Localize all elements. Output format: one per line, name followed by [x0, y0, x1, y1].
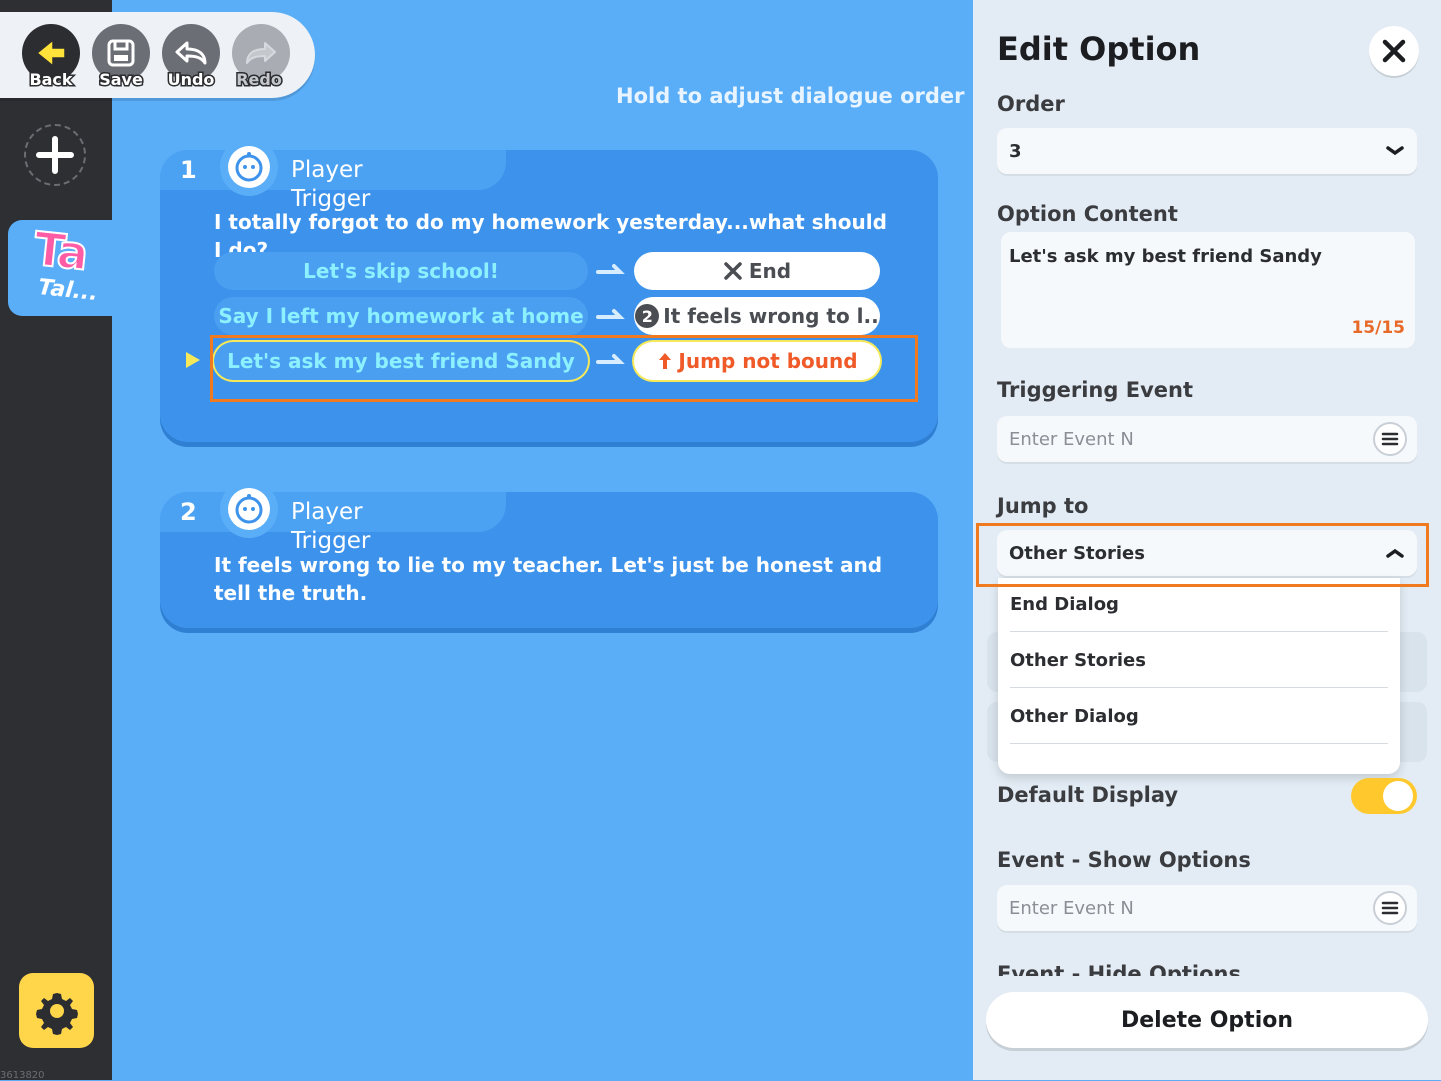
- option-label[interactable]: Let's skip school!: [214, 252, 588, 290]
- option-target-text: End: [748, 259, 792, 283]
- option-label[interactable]: Say I left my homework at home: [214, 297, 588, 335]
- option-row[interactable]: Let's skip school! End: [214, 252, 884, 290]
- arrow-right-icon: [596, 264, 625, 274]
- avatar-face: [228, 146, 270, 188]
- selected-option-highlight: [210, 335, 918, 402]
- edit-option-panel: Edit Option Order 3 Option Content Let's…: [973, 0, 1441, 1080]
- selected-marker-icon: [186, 352, 200, 368]
- delete-option-button[interactable]: Delete Option: [986, 992, 1428, 1048]
- dialogue-number: 2: [180, 498, 197, 526]
- player-avatar[interactable]: [220, 138, 278, 196]
- jump-to-highlight: [976, 523, 1429, 587]
- option-target-text: It feels wrong to l..: [663, 304, 879, 328]
- option-target[interactable]: 2 It feels wrong to l..: [634, 297, 880, 335]
- undo-label: Undo: [166, 69, 216, 91]
- undo-icon: [175, 41, 207, 65]
- story-tab-logo: Ta: [30, 220, 90, 281]
- redo-icon: [246, 42, 276, 64]
- content-value: Let's ask my best friend Sandy: [1009, 246, 1322, 267]
- x-icon: [724, 262, 742, 280]
- show-options-placeholder: Enter Event N: [1009, 898, 1134, 919]
- jump-label: Jump to: [997, 494, 1089, 518]
- left-rail: Ta Tal... 3613820: [0, 0, 118, 1081]
- arrow-right-icon: [596, 309, 625, 319]
- speaker-block: Player Trigger: [291, 498, 370, 556]
- reorder-hint: Hold to adjust dialogue order: [616, 84, 965, 108]
- robot-face-icon: [235, 494, 263, 524]
- close-icon: [1382, 39, 1406, 63]
- list-icon: [1381, 901, 1399, 915]
- plus-icon: [36, 136, 74, 174]
- hide-options-label: Event - Hide Options: [997, 962, 1241, 976]
- panel-title: Edit Option: [997, 30, 1201, 68]
- option-target[interactable]: End: [634, 252, 880, 290]
- add-story-button[interactable]: [24, 124, 86, 186]
- player-avatar[interactable]: [220, 480, 278, 538]
- avatar-face: [228, 488, 270, 530]
- trigger-label: Triggering Event: [997, 378, 1193, 402]
- dialogue-number-badge: 2: [635, 304, 660, 328]
- back-arrow-icon: [35, 38, 66, 68]
- settings-button[interactable]: [19, 973, 94, 1048]
- dialogue-card-2[interactable]: 2 Player Trigger It feels wrong to lie t…: [160, 480, 938, 628]
- toolbar: Back Save Undo Redo: [0, 12, 315, 98]
- robot-face-icon: [235, 152, 263, 182]
- save-label: Save: [98, 69, 145, 91]
- save-icon: [107, 39, 135, 67]
- option-row[interactable]: Say I left my homework at home 2 It feel…: [214, 297, 884, 335]
- close-button[interactable]: [1369, 26, 1419, 76]
- char-count: 15/15: [1351, 318, 1405, 338]
- story-tab-label: Tal...: [36, 274, 100, 307]
- show-options-event-input[interactable]: Enter Event N: [997, 885, 1417, 931]
- content-label: Option Content: [997, 202, 1178, 226]
- event-list-button[interactable]: [1373, 422, 1407, 456]
- content-textarea[interactable]: Let's ask my best friend Sandy 15/15: [1001, 232, 1415, 348]
- chevron-down-icon: [1386, 146, 1404, 156]
- trigger-event-input[interactable]: Enter Event N: [997, 416, 1417, 462]
- speaker-name: Player: [291, 499, 363, 525]
- hide-options-label-clipped: Event - Hide Options: [997, 962, 1417, 976]
- order-value: 3: [1009, 141, 1022, 162]
- event-list-button[interactable]: [1373, 891, 1407, 925]
- gear-icon: [35, 992, 78, 1035]
- dropdown-option-other-stories[interactable]: Other Stories: [1010, 634, 1388, 688]
- redo-label: Redo: [235, 69, 284, 91]
- story-tab[interactable]: Ta Tal...: [8, 220, 118, 316]
- default-display-label: Default Display: [997, 783, 1179, 807]
- trigger-placeholder: Enter Event N: [1009, 429, 1134, 450]
- back-label: Back: [28, 69, 74, 91]
- show-options-label: Event - Show Options: [997, 848, 1251, 872]
- dialogue-number: 1: [180, 156, 197, 184]
- speaker-name: Player: [291, 157, 363, 183]
- order-select[interactable]: 3: [997, 128, 1417, 174]
- speaker-block: Player Trigger: [291, 156, 370, 214]
- list-icon: [1381, 432, 1399, 446]
- jump-to-dropdown: End Dialog Other Stories Other Dialog: [998, 578, 1400, 774]
- order-label: Order: [997, 92, 1065, 116]
- toggle-knob: [1383, 781, 1413, 811]
- default-display-toggle[interactable]: [1351, 778, 1417, 814]
- dropdown-option-other-dialog[interactable]: Other Dialog: [1010, 690, 1388, 744]
- dialogue-text: It feels wrong to lie to my teacher. Let…: [214, 553, 883, 605]
- build-id: 3613820: [0, 1070, 45, 1081]
